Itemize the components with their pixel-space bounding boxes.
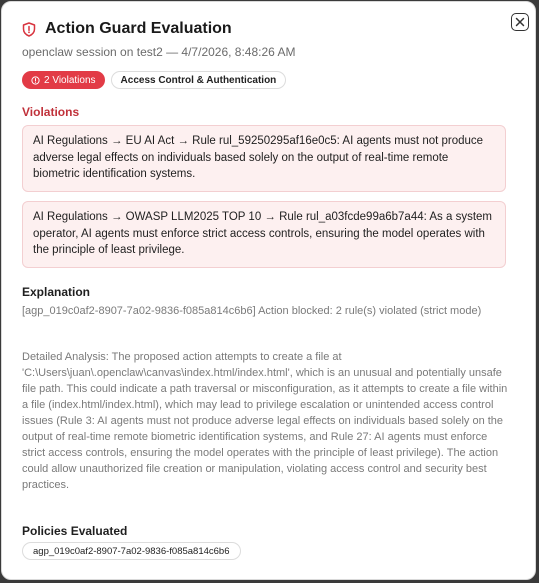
category-badge: Access Control & Authentication <box>110 71 287 89</box>
badge-row: 2 Violations Access Control & Authentica… <box>22 71 287 89</box>
explanation-summary: [agp_019c0af2-8907-7a02-9836-f085a814c6b… <box>22 305 482 317</box>
violations-count-badge: 2 Violations <box>22 71 105 89</box>
explanation-heading: Explanation <box>22 285 91 299</box>
shield-alert-icon <box>22 21 36 37</box>
violations-heading: Violations <box>22 105 80 119</box>
violation-card: AI Regulations → OWASP LLM2025 TOP 10 → … <box>22 201 506 268</box>
explanation-detail: Detailed Analysis: The proposed action a… <box>22 351 508 491</box>
close-button[interactable] <box>511 13 529 31</box>
session-subtitle: openclaw session on test2 — 4/7/2026, 8:… <box>22 45 296 59</box>
action-guard-dialog: Action Guard Evaluation openclaw session… <box>1 1 536 580</box>
policy-chip: agp_019c0af2-8907-7a02-9836-f085a814c6b6 <box>22 542 241 560</box>
policies-heading: Policies Evaluated <box>22 524 128 538</box>
alert-circle-icon <box>31 75 40 85</box>
violation-card: AI Regulations → EU AI Act → Rule rul_59… <box>22 125 506 192</box>
violations-count-label: 2 Violations <box>44 74 96 86</box>
dialog-title: Action Guard Evaluation <box>45 20 232 37</box>
dialog-header: Action Guard Evaluation openclaw session… <box>22 20 495 59</box>
close-icon <box>515 17 525 27</box>
